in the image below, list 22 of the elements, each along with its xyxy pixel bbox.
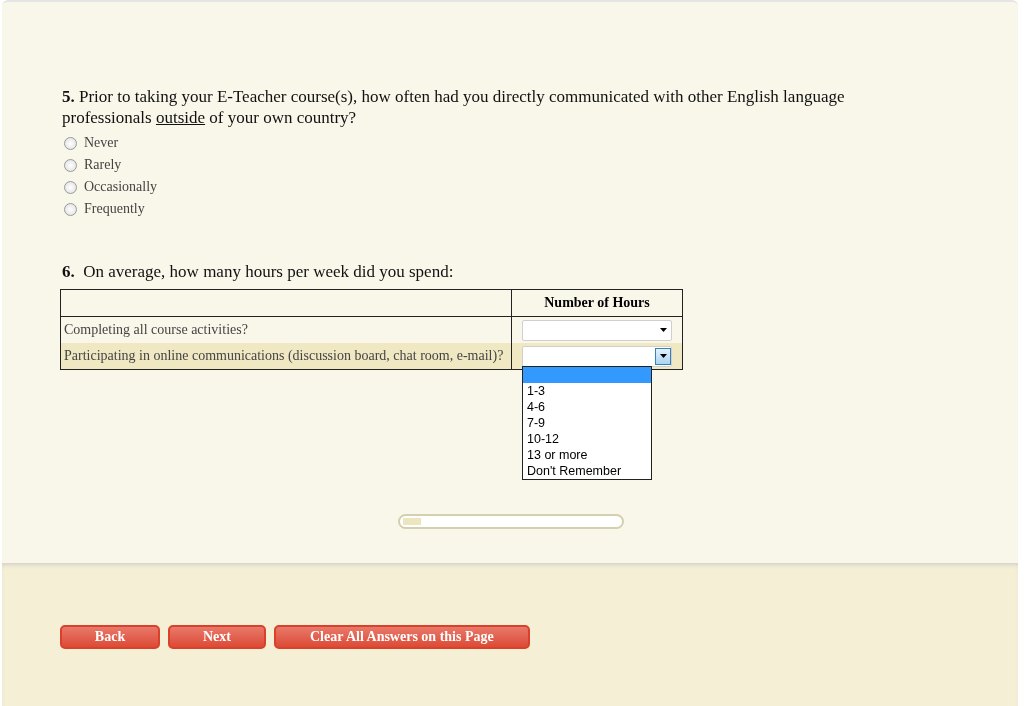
column-header: Number of Hours [511, 289, 683, 317]
option-label: Frequently [84, 201, 145, 217]
hours-select[interactable] [522, 345, 672, 367]
radio-button[interactable] [64, 180, 77, 194]
question-text: 6. On average, how many hours per week did you spend: [61, 261, 455, 282]
blank-option[interactable] [523, 366, 651, 383]
caret-down-icon [659, 354, 667, 358]
dropdown-option[interactable]: 10-12 [523, 430, 651, 447]
option-label: Rarely [84, 157, 122, 173]
caret-down-icon [659, 328, 667, 332]
dropdown-option[interactable]: 13 or more [523, 446, 651, 463]
row-label: Participating in online communications (discussion board, chat room, e-mail)? [60, 343, 512, 370]
dropdown-option[interactable]: 7-9 [523, 414, 651, 431]
radio-button[interactable] [64, 136, 77, 150]
option-label: Occasionally [84, 179, 158, 195]
dropdown-option[interactable]: 1-3 [523, 382, 651, 399]
radio-button[interactable] [64, 158, 77, 172]
radio-button[interactable] [64, 202, 77, 216]
question-text: 5. Prior to taking your E-Teacher course(s), how often had you directly communicated with other English language professionals outside of your own country? [61, 86, 846, 128]
dropdown-option[interactable]: 4-6 [523, 398, 651, 415]
dropdown-option[interactable]: Don't Remember [523, 462, 651, 479]
option-label: Never [84, 135, 119, 151]
